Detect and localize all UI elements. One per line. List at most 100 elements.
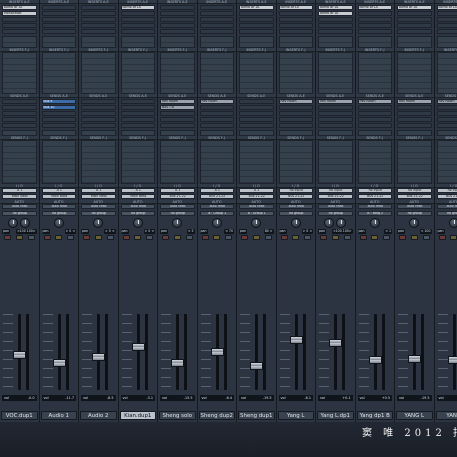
output-selector[interactable]: Main Bass — [81, 194, 116, 199]
output-selector[interactable]: Bus 21-22 — [318, 194, 353, 199]
send-slot[interactable]: Rev Room — [397, 99, 432, 104]
insert-slot-empty[interactable] — [81, 11, 116, 16]
track-name[interactable]: Yang L — [277, 411, 314, 420]
send-slot-empty[interactable] — [81, 99, 116, 104]
send-slot-empty[interactable] — [2, 99, 37, 104]
send-slot-empty[interactable] — [41, 123, 76, 128]
send-slot-empty[interactable] — [120, 111, 155, 116]
output-selector[interactable]: Bus 21-22 — [278, 194, 313, 199]
sends-fj-area[interactable] — [318, 140, 353, 184]
record-button[interactable] — [43, 235, 51, 240]
mute-button[interactable] — [383, 235, 390, 240]
insert-slot-empty[interactable] — [120, 23, 155, 28]
automation-mode-selector[interactable]: auto read — [318, 204, 353, 209]
input-selector[interactable]: no input — [318, 188, 353, 193]
insert-slot-empty[interactable] — [199, 17, 234, 22]
insert-slot-empty[interactable] — [278, 29, 313, 34]
track-name[interactable]: YANG L — [396, 411, 433, 420]
track-name[interactable]: Audio 2 — [80, 411, 117, 420]
sends-fj-area[interactable] — [2, 140, 37, 184]
automation-mode-selector[interactable]: auto read — [278, 204, 313, 209]
automation-mode-selector[interactable]: auto read — [160, 204, 195, 209]
output-selector[interactable]: Main Bass — [2, 194, 37, 199]
mute-button[interactable] — [225, 235, 232, 240]
output-selector[interactable]: Bus 21-22 — [436, 194, 457, 199]
inserts-fj-area[interactable] — [160, 52, 195, 94]
send-slot-empty[interactable] — [120, 117, 155, 122]
insert-slot-empty[interactable] — [239, 23, 274, 28]
track-name[interactable]: Sheng solo — [159, 411, 196, 420]
insert-slot-empty[interactable] — [357, 11, 392, 16]
send-slot-empty[interactable] — [278, 117, 313, 122]
group-selector[interactable]: no group — [41, 211, 76, 216]
input-selector[interactable]: A 1 — [2, 188, 37, 193]
send-slot[interactable]: Rev Room — [318, 99, 353, 104]
send-slot-empty[interactable] — [81, 111, 116, 116]
insert-slot-empty[interactable] — [397, 17, 432, 22]
send-slot-empty[interactable] — [397, 123, 432, 128]
insert-slot-empty[interactable] — [239, 11, 274, 16]
send-slot-empty[interactable] — [2, 105, 37, 110]
inserts-fj-area[interactable] — [397, 52, 432, 94]
inserts-fj-area[interactable] — [278, 52, 313, 94]
insert-slot[interactable]: bomb BF1A — [397, 5, 432, 10]
insert-slot[interactable]: bomb BF1A — [239, 5, 274, 10]
input-selector[interactable]: A 1 — [160, 188, 195, 193]
solo-button[interactable] — [55, 235, 63, 240]
send-slot[interactable]: Rev Room — [199, 99, 234, 104]
record-button[interactable] — [280, 235, 288, 240]
send-slot-empty[interactable] — [199, 111, 234, 116]
group-selector[interactable]: a : Group 1 — [239, 211, 274, 216]
pan-knob[interactable] — [8, 218, 19, 228]
pan-knob[interactable] — [369, 218, 380, 228]
insert-slot-empty[interactable] — [120, 17, 155, 22]
insert-slot-empty[interactable] — [199, 5, 234, 10]
insert-slot-empty[interactable] — [239, 17, 274, 22]
output-selector[interactable]: Main Bass — [120, 194, 155, 199]
group-selector[interactable]: no group — [120, 211, 155, 216]
sends-fj-area[interactable] — [436, 140, 457, 184]
inserts-fj-area[interactable] — [81, 52, 116, 94]
insert-slot-empty[interactable] — [120, 11, 155, 16]
send-slot-empty[interactable] — [199, 117, 234, 122]
send-slot-empty[interactable] — [357, 111, 392, 116]
send-slot-empty[interactable] — [436, 117, 457, 122]
insert-slot-empty[interactable] — [199, 23, 234, 28]
insert-slot-empty[interactable] — [278, 11, 313, 16]
insert-slot-empty[interactable] — [199, 29, 234, 34]
send-slot[interactable]: Rev Room — [436, 99, 457, 104]
insert-slot-empty[interactable] — [160, 23, 195, 28]
fader-track[interactable] — [97, 314, 100, 390]
group-selector[interactable]: no group — [160, 211, 195, 216]
sends-fj-area[interactable] — [199, 140, 234, 184]
record-button[interactable] — [359, 235, 367, 240]
insert-slot[interactable]: bomb BF1A — [318, 5, 353, 10]
send-slot-empty[interactable] — [318, 117, 353, 122]
fader-track[interactable] — [452, 314, 456, 390]
mute-button[interactable] — [146, 235, 153, 240]
input-selector[interactable]: A 1 — [81, 188, 116, 193]
mute-button[interactable] — [422, 235, 430, 240]
insert-slot-empty[interactable] — [318, 23, 353, 28]
insert-slot[interactable]: Mono4Mod — [2, 11, 37, 16]
send-slot[interactable]: Rev Room — [357, 99, 392, 104]
volume-fader[interactable] — [13, 351, 26, 360]
track-name[interactable]: Audio 1 — [40, 411, 77, 420]
send-slot-empty[interactable] — [436, 111, 457, 116]
insert-slot-empty[interactable] — [160, 17, 195, 22]
send-slot-empty[interactable] — [239, 117, 274, 122]
send-slot-empty[interactable] — [239, 99, 274, 104]
fader-track[interactable] — [136, 314, 140, 390]
insert-slot-empty[interactable] — [318, 29, 353, 34]
send-slot-empty[interactable] — [318, 105, 353, 110]
pan-knob[interactable] — [211, 218, 222, 228]
record-button[interactable] — [162, 235, 169, 240]
input-selector[interactable]: A 1 — [120, 188, 155, 193]
sends-fj-area[interactable] — [239, 140, 274, 184]
pan-knob[interactable] — [172, 218, 183, 228]
send-slot[interactable]: Bus 7-8 — [160, 105, 195, 110]
inserts-fj-area[interactable] — [199, 52, 234, 94]
insert-slot-empty[interactable] — [2, 29, 37, 34]
sends-fj-area[interactable] — [120, 140, 155, 184]
solo-button[interactable] — [331, 235, 339, 240]
